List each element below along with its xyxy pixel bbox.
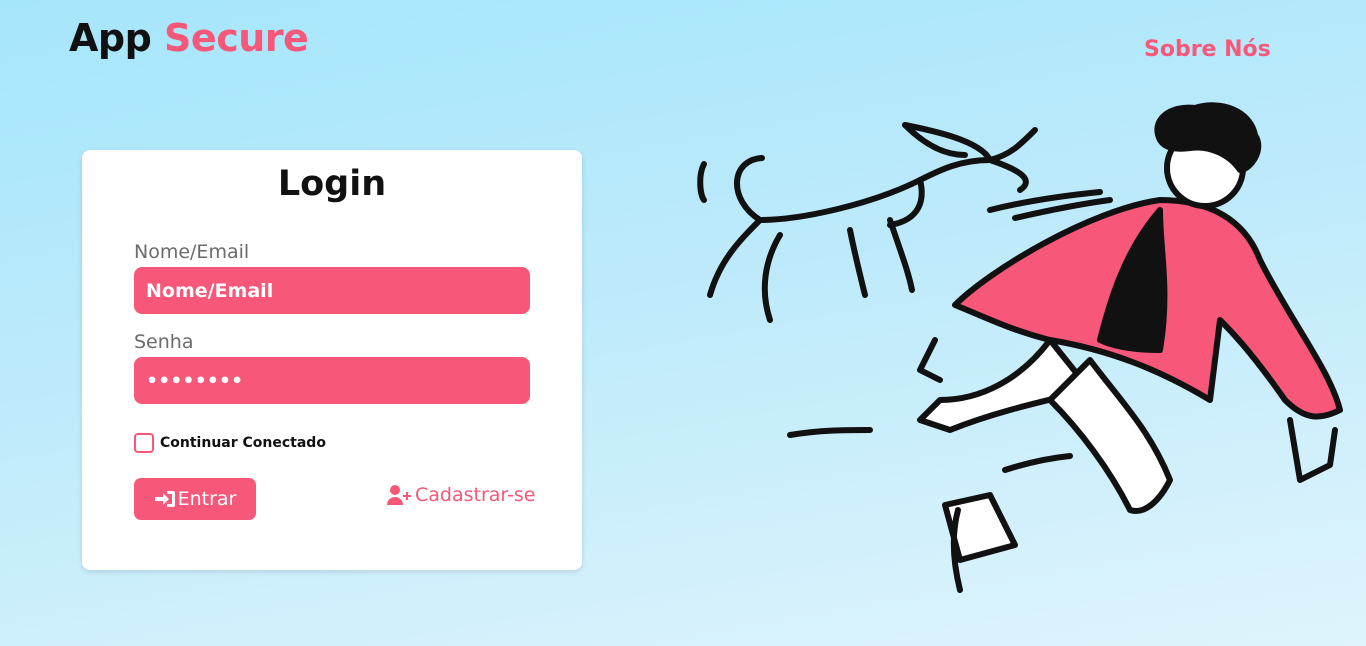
enter-button[interactable]: Entrar [134,478,256,520]
logo-text: App [69,16,152,60]
register-link[interactable]: Cadastrar-se [387,484,535,506]
username-label: Nome/Email [134,241,250,263]
login-title: Login [277,164,387,204]
remember-me: Continuar Conectado [134,433,326,453]
hero-illustration [697,102,1343,593]
remember-checkbox[interactable] [134,433,154,453]
login-card: Login Nome/Email Senha Continuar Conecta… [82,150,582,570]
sign-in-icon [154,491,175,507]
remember-label: Continuar Conectado [160,435,326,451]
register-label: Cadastrar-se [415,484,536,506]
password-label: Senha [134,331,194,353]
password-input[interactable] [134,357,530,404]
person-figure [917,102,1343,593]
logo-accent-text: Secure [164,16,309,60]
username-input[interactable] [134,267,530,314]
app-logo: App Secure [69,16,309,60]
nav-about-link[interactable]: Sobre Nós [1144,37,1271,62]
enter-button-label: Entrar [177,488,237,510]
user-plus-icon [387,485,411,505]
